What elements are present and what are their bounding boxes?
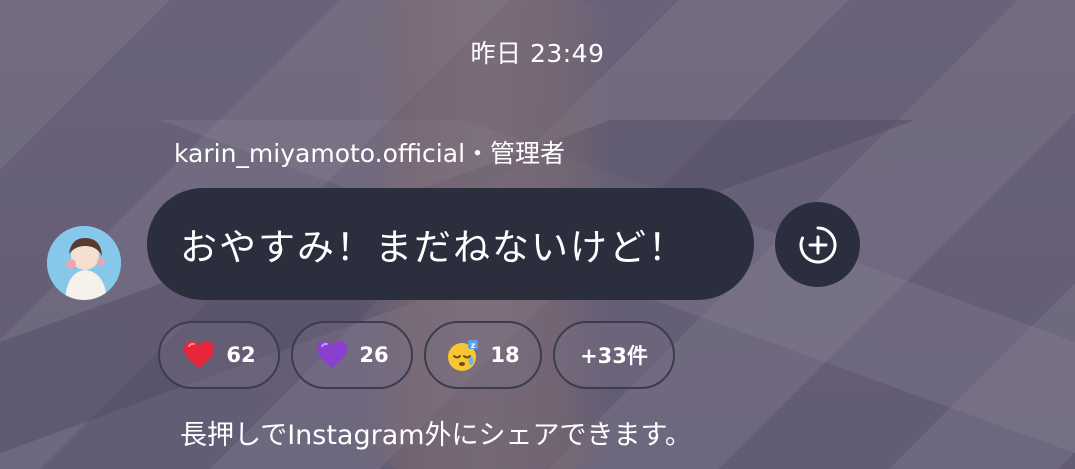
add-reaction-icon [799, 226, 836, 263]
avatar-image [47, 226, 121, 300]
reaction-count: 18 [490, 343, 520, 367]
more-reactions-label: +33件 [580, 344, 648, 368]
red-heart-icon [184, 341, 215, 368]
sleepy-face-icon: z [448, 340, 479, 371]
reaction-purple-heart[interactable]: 26 [291, 321, 413, 389]
add-reaction-button[interactable] [775, 202, 860, 287]
message-timestamp: 昨日 23:49 [470, 39, 605, 68]
message-bubble[interactable]: おやすみ！まだねないけど！ [147, 188, 754, 300]
purple-heart-icon [317, 341, 348, 368]
reaction-count: 62 [226, 343, 256, 367]
sender-name: karin_miyamoto.official・管理者 [174, 139, 566, 168]
reaction-count: 26 [359, 343, 389, 367]
avatar[interactable] [47, 226, 121, 300]
reaction-red-heart[interactable]: 62 [158, 321, 280, 389]
reaction-bar: 62 26 z 18 +33件 [158, 321, 675, 389]
svg-text:z: z [471, 341, 476, 350]
message-text: おやすみ！まだねないけど！ [180, 226, 687, 269]
more-reactions-button[interactable]: +33件 [553, 321, 675, 389]
reaction-sleepy-face[interactable]: z 18 [424, 321, 542, 389]
share-hint: 長押しでInstagram外にシェアできます。 [180, 420, 692, 451]
